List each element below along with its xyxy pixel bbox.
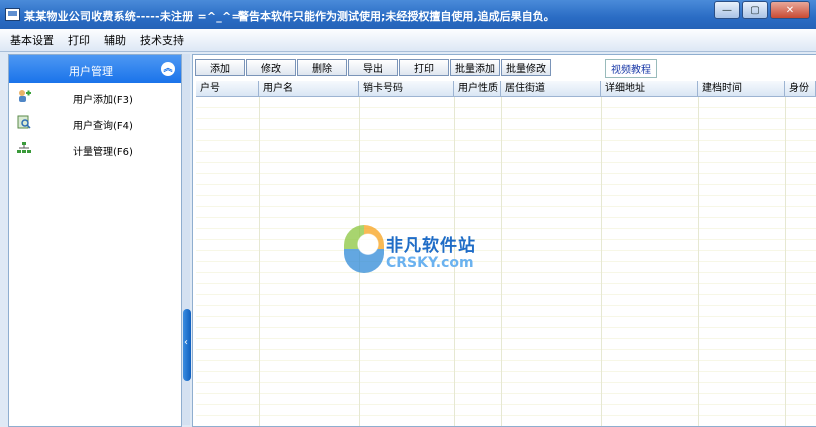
watermark-cn: 非凡软件站	[386, 236, 476, 256]
collapse-sidebar-handle[interactable]	[183, 309, 191, 381]
table-body[interactable]	[196, 97, 816, 426]
sidebar-item-label: 用户查询(F4)	[73, 121, 133, 132]
column-divider	[501, 97, 502, 426]
sidebar-item-user-add[interactable]: 用户添加(F3)	[9, 83, 181, 109]
sidebar-item-user-search[interactable]: 用户查询(F4)	[9, 109, 181, 135]
app-icon	[5, 8, 20, 21]
column-header-created-time[interactable]: 建档时间	[698, 81, 785, 96]
column-header-account-no[interactable]: 户号	[196, 81, 259, 96]
window-title: 某某物业公司收费系统-----未注册 =^_^=	[24, 10, 241, 23]
column-header-username[interactable]: 用户名	[259, 81, 359, 96]
delete-button[interactable]: 删除	[297, 59, 347, 76]
sidebar-item-label: 用户添加(F3)	[73, 95, 133, 106]
user-search-icon	[17, 115, 31, 129]
maximize-button[interactable]: ▢	[742, 1, 768, 19]
minimize-button[interactable]: —	[714, 1, 740, 19]
batch-edit-button[interactable]: 批量修改	[501, 59, 551, 76]
window-warning: 警告本软件只能作为测试使用;未经授权擅自使用,追成后果自负。	[238, 10, 555, 23]
watermark-en: CRSKY.com	[386, 255, 474, 271]
column-header-street[interactable]: 居住街道	[501, 81, 601, 96]
meter-tree-icon	[17, 142, 31, 153]
sidebar: 用户管理 ︽ 用户添加(F3) 用户查询(F4) 计量管理(F6)	[8, 54, 182, 427]
table-header: 户号 用户名 销卡号码 用户性质 居住街道 详细地址 建档时间 身份	[196, 81, 816, 97]
menu-tech-support[interactable]: 技术支持	[138, 32, 186, 48]
column-divider	[698, 97, 699, 426]
column-divider	[259, 97, 260, 426]
batch-add-button[interactable]: 批量添加	[450, 59, 500, 76]
add-button[interactable]: 添加	[195, 59, 245, 76]
menu-auxiliary[interactable]: 辅助	[102, 32, 128, 48]
toolbar: 添加 修改 删除 导出 打印 批量添加 批量修改	[195, 59, 551, 76]
export-button[interactable]: 导出	[348, 59, 398, 76]
column-divider	[601, 97, 602, 426]
column-header-address[interactable]: 详细地址	[601, 81, 698, 96]
title-bar: 某某物业公司收费系统-----未注册 =^_^= 警告本软件只能作为测试使用;未…	[0, 0, 816, 29]
menu-bar: 基本设置 打印 辅助 技术支持	[0, 29, 816, 52]
sidebar-item-meter-management[interactable]: 计量管理(F6)	[9, 135, 181, 161]
column-divider	[785, 97, 786, 426]
user-add-icon	[19, 90, 31, 102]
main-panel: 添加 修改 删除 导出 打印 批量添加 批量修改 视频教程 户号 用户名 销卡号…	[192, 54, 816, 427]
sidebar-item-label: 计量管理(F6)	[73, 147, 133, 158]
window-controls: — ▢ ✕	[714, 1, 810, 19]
column-header-user-type[interactable]: 用户性质	[454, 81, 501, 96]
video-tutorial-button[interactable]: 视频教程	[605, 59, 657, 78]
menu-print[interactable]: 打印	[66, 32, 92, 48]
menu-basic-settings[interactable]: 基本设置	[8, 32, 56, 48]
edit-button[interactable]: 修改	[246, 59, 296, 76]
chevron-collapse-icon[interactable]: ︽	[161, 62, 175, 76]
sidebar-header-label: 用户管理	[69, 65, 113, 78]
print-button[interactable]: 打印	[399, 59, 449, 76]
column-header-card-no[interactable]: 销卡号码	[359, 81, 454, 96]
close-button[interactable]: ✕	[770, 1, 810, 19]
sidebar-header[interactable]: 用户管理 ︽	[9, 55, 181, 83]
watermark-emblem-icon	[344, 225, 384, 273]
watermark-logo: 非凡软件站 CRSKY.com	[344, 225, 475, 275]
column-header-id[interactable]: 身份	[785, 81, 816, 96]
user-table[interactable]: 户号 用户名 销卡号码 用户性质 居住街道 详细地址 建档时间 身份	[196, 81, 816, 426]
